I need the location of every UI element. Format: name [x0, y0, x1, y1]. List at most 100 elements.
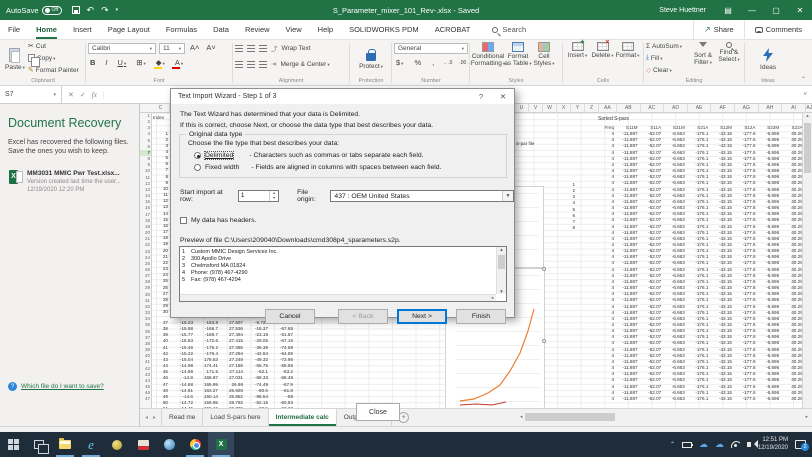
comma-style-button[interactable]: ,	[430, 58, 436, 67]
start-row-spinner[interactable]: 1 ▲ ▼	[237, 190, 280, 202]
cell[interactable]: 12	[153, 198, 168, 203]
taskbar-app-globe[interactable]	[156, 432, 182, 457]
save-icon[interactable]	[71, 6, 80, 14]
autosave-switch-icon[interactable]: Off	[41, 5, 62, 15]
cell[interactable]: -6.696	[758, 396, 782, 402]
hscroll-right-icon[interactable]: ▸	[805, 414, 808, 420]
preview-vertical-scrollbar[interactable]: ▲ ▼	[496, 247, 506, 294]
taskbar-app-excel[interactable]: X	[208, 432, 234, 457]
cell[interactable]: 30	[153, 309, 168, 314]
ribbon-tab-formulas[interactable]: Formulas	[158, 20, 205, 39]
merge-center-button[interactable]: Merge & Center	[280, 61, 329, 68]
grow-font-button[interactable]: A˄	[188, 43, 201, 54]
column-header-AD[interactable]: AD	[664, 104, 688, 113]
column-header-AA[interactable]: AA	[599, 104, 617, 113]
borders-button[interactable]: ⊞	[134, 58, 148, 67]
next-button[interactable]: Next >	[397, 309, 447, 324]
wifi-icon[interactable]	[730, 441, 740, 448]
cell[interactable]: 4	[565, 200, 575, 205]
copy-button[interactable]: Copy	[27, 52, 79, 67]
dropdown-arrow-icon[interactable]: ▼	[502, 191, 514, 201]
cell[interactable]: 16	[153, 223, 168, 228]
orientation-icon[interactable]: ⤴	[271, 43, 278, 53]
maximize-button[interactable]: ▢	[764, 0, 788, 20]
number-format-select[interactable]: General ▾	[394, 43, 468, 54]
cell[interactable]: 1	[153, 131, 168, 136]
delimited-radio[interactable]: Delimited - Characters such as commas or…	[194, 151, 424, 160]
collapse-ribbon-icon[interactable]: ⌃	[801, 76, 806, 83]
cell[interactable]: 19	[153, 241, 168, 246]
taskbar-app-app-red[interactable]	[130, 432, 156, 457]
sheet-tab-intermediate-calc[interactable]: Intermediate calc	[268, 409, 337, 426]
cell[interactable]: 28	[153, 297, 168, 302]
cell[interactable]: 7	[153, 167, 168, 172]
ribbon-tab-help[interactable]: Help	[310, 20, 341, 39]
file-preview-box[interactable]: 1 Custom MMIC Design Services Inc. 2 300 Ap…	[179, 246, 507, 302]
chart-selection-handle[interactable]	[542, 267, 546, 271]
ribbon-tab-review[interactable]: Review	[237, 20, 278, 39]
spin-down-icon[interactable]: ▼	[270, 196, 278, 201]
confirm-entry-icon[interactable]: ✓	[80, 91, 86, 99]
my-data-has-headers-checkbox[interactable]: My data has headers.	[180, 217, 256, 224]
finish-button[interactable]: Finish	[456, 309, 506, 324]
column-header-W[interactable]: W	[543, 104, 557, 113]
sheet-nav-left-icon[interactable]: ◂	[145, 414, 148, 421]
taskbar-clock[interactable]: 12:51 PM 12/19/2020	[758, 437, 788, 453]
sort-filter-button[interactable]: Sort & Filter	[690, 40, 716, 78]
cell[interactable]: 1	[565, 182, 575, 187]
align-right-icon[interactable]	[259, 60, 267, 68]
taskbar-app-app-yellow[interactable]	[104, 432, 130, 457]
delete-cells-button[interactable]: Delete	[590, 39, 615, 78]
increase-decimal-icon[interactable]: ←.0	[443, 60, 452, 66]
notification-icon[interactable]: 2	[795, 440, 809, 451]
paste-button[interactable]: Paste	[2, 40, 28, 78]
cell[interactable]: 4	[598, 396, 616, 402]
wrap-text-button[interactable]: Wrap Text	[282, 45, 311, 52]
cell[interactable]: 2	[565, 188, 575, 193]
column-header-AG[interactable]: AG	[735, 104, 759, 113]
which-file-help-link[interactable]: Which file do I want to save?	[21, 383, 104, 390]
ribbon-tab-home[interactable]: Home	[28, 20, 65, 39]
onedrive-icon[interactable]: ☁	[715, 440, 724, 449]
column-header-AC[interactable]: AC	[641, 104, 665, 113]
cell[interactable]: 23	[153, 266, 168, 271]
vertical-scrollbar-thumb[interactable]	[804, 123, 811, 173]
cell[interactable]: 13	[153, 204, 168, 209]
column-header-AI[interactable]: AI	[782, 104, 806, 113]
column-header-AF[interactable]: AF	[711, 104, 735, 113]
cell[interactable]: -6.663	[663, 396, 687, 402]
account-name[interactable]: Steve Huettner	[659, 7, 706, 14]
sorted-spars-title[interactable]: Sorted S-pars	[598, 116, 805, 125]
find-select-button[interactable]: Find & Select	[716, 40, 742, 78]
autosave-toggle[interactable]: AutoSave Off	[6, 5, 62, 15]
cell[interactable]: 6	[153, 161, 168, 166]
taskbar-app-internet-explorer[interactable]: e	[78, 432, 104, 457]
cell[interactable]: -43.15	[710, 396, 734, 402]
cell[interactable]: 8	[153, 174, 168, 179]
ribbon-tab-solidworks-pdm[interactable]: SOLIDWORKS PDM	[341, 20, 427, 39]
font-color-button[interactable]: A	[171, 58, 185, 69]
align-bottom-icon[interactable]	[259, 44, 267, 52]
cell[interactable]: 24	[153, 272, 168, 277]
ribbon-tab-acrobat[interactable]: ACROBAT	[427, 20, 479, 39]
share-button[interactable]: ↗ Share	[693, 20, 744, 39]
ribbon-tab-data[interactable]: Data	[205, 20, 237, 39]
volume-icon[interactable]	[746, 440, 758, 448]
sheet-tab-read-me[interactable]: Read me	[161, 409, 204, 426]
hidden-icons-chevron-icon[interactable]: ⌃	[670, 441, 675, 448]
chart-selection-handle[interactable]	[542, 339, 546, 343]
ribbon-tab-file[interactable]: File	[0, 20, 28, 39]
cell[interactable]: -52.07	[640, 396, 664, 402]
cell[interactable]: 15	[153, 217, 168, 222]
battery-icon[interactable]	[681, 441, 693, 448]
column-header-V[interactable]: V	[529, 104, 543, 113]
cell-spar-file-label[interactable]: S-par file	[516, 141, 546, 146]
align-middle-icon[interactable]	[247, 44, 255, 52]
align-left-icon[interactable]	[235, 60, 243, 68]
cell[interactable]: 9	[153, 180, 168, 185]
column-header-U[interactable]: U	[515, 104, 529, 113]
cell[interactable]: 2	[153, 137, 168, 142]
cell[interactable]: 27	[153, 291, 168, 296]
protect-button[interactable]: Protect	[352, 40, 390, 78]
ribbon-tab-view[interactable]: View	[278, 20, 310, 39]
